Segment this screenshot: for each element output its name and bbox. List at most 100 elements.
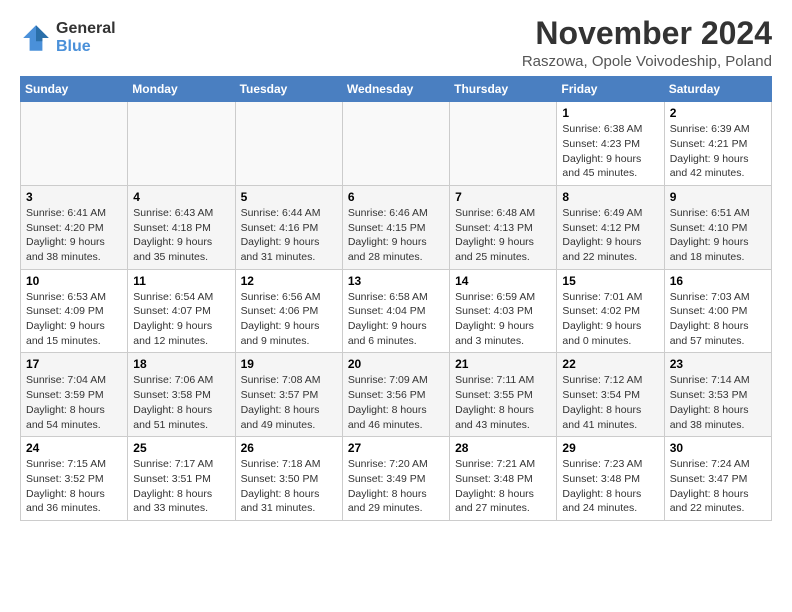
calendar-cell-4-6: 30 Sunrise: 7:24 AM Sunset: 3:47 PM Dayli… bbox=[664, 437, 771, 521]
day-number-12: 12 bbox=[241, 274, 337, 288]
calendar-cell-3-1: 18 Sunrise: 7:06 AM Sunset: 3:58 PM Dayli… bbox=[128, 353, 235, 437]
day-info-21: Sunrise: 7:11 AM Sunset: 3:55 PM Dayligh… bbox=[455, 373, 551, 432]
day-info-23: Sunrise: 7:14 AM Sunset: 3:53 PM Dayligh… bbox=[670, 373, 766, 432]
calendar-cell-2-5: 15Sunrise: 7:01 AM Sunset: 4:02 PM Dayli… bbox=[557, 269, 664, 353]
day-info-28: Sunrise: 7:21 AM Sunset: 3:48 PM Dayligh… bbox=[455, 457, 551, 516]
day-info-27: Sunrise: 7:20 AM Sunset: 3:49 PM Dayligh… bbox=[348, 457, 444, 516]
header-saturday: Saturday bbox=[664, 77, 771, 102]
calendar-cell-4-1: 25 Sunrise: 7:17 AM Sunset: 3:51 PM Dayli… bbox=[128, 437, 235, 521]
calendar-cell-4-5: 29Sunrise: 7:23 AM Sunset: 3:48 PM Dayli… bbox=[557, 437, 664, 521]
calendar-cell-0-1 bbox=[128, 102, 235, 186]
calendar-cell-1-6: 9Sunrise: 6:51 AM Sunset: 4:10 PM Daylig… bbox=[664, 185, 771, 269]
page: General Blue November 2024 Raszowa, Opol… bbox=[0, 0, 792, 531]
header-tuesday: Tuesday bbox=[235, 77, 342, 102]
calendar-header-row: Sunday Monday Tuesday Wednesday Thursday… bbox=[21, 77, 772, 102]
month-title: November 2024 bbox=[522, 16, 772, 51]
day-number-30: 30 bbox=[670, 441, 766, 455]
calendar-cell-4-0: 24 Sunrise: 7:15 AM Sunset: 3:52 PM Dayli… bbox=[21, 437, 128, 521]
day-info-6: Sunrise: 6:46 AM Sunset: 4:15 PM Dayligh… bbox=[348, 206, 444, 265]
calendar-cell-0-5: 1 Sunrise: 6:38 AM Sunset: 4:23 PM Daylig… bbox=[557, 102, 664, 186]
day-number-13: 13 bbox=[348, 274, 444, 288]
day-number-24: 24 bbox=[26, 441, 122, 455]
day-info-12: Sunrise: 6:56 AM Sunset: 4:06 PM Dayligh… bbox=[241, 290, 337, 349]
day-number-11: 11 bbox=[133, 274, 229, 288]
day-number-23: 23 bbox=[670, 357, 766, 371]
day-info-3: Sunrise: 6:41 AM Sunset: 4:20 PM Dayligh… bbox=[26, 206, 122, 265]
calendar-cell-4-4: 28 Sunrise: 7:21 AM Sunset: 3:48 PM Dayli… bbox=[450, 437, 557, 521]
header-thursday: Thursday bbox=[450, 77, 557, 102]
header-monday: Monday bbox=[128, 77, 235, 102]
logo: General Blue bbox=[20, 20, 116, 55]
day-info-17: Sunrise: 7:04 AM Sunset: 3:59 PM Dayligh… bbox=[26, 373, 122, 432]
calendar-cell-3-6: 23 Sunrise: 7:14 AM Sunset: 3:53 PM Dayli… bbox=[664, 353, 771, 437]
day-info-24: Sunrise: 7:15 AM Sunset: 3:52 PM Dayligh… bbox=[26, 457, 122, 516]
day-number-14: 14 bbox=[455, 274, 551, 288]
week-row-1: 3 Sunrise: 6:41 AM Sunset: 4:20 PM Daylig… bbox=[21, 185, 772, 269]
day-number-25: 25 bbox=[133, 441, 229, 455]
calendar-cell-0-2 bbox=[235, 102, 342, 186]
calendar-cell-2-1: 11 Sunrise: 6:54 AM Sunset: 4:07 PM Dayli… bbox=[128, 269, 235, 353]
day-info-20: Sunrise: 7:09 AM Sunset: 3:56 PM Dayligh… bbox=[348, 373, 444, 432]
day-info-13: Sunrise: 6:58 AM Sunset: 4:04 PM Dayligh… bbox=[348, 290, 444, 349]
calendar-cell-2-0: 10 Sunrise: 6:53 AM Sunset: 4:09 PM Dayli… bbox=[21, 269, 128, 353]
day-info-8: Sunrise: 6:49 AM Sunset: 4:12 PM Dayligh… bbox=[562, 206, 658, 265]
day-number-9: 9 bbox=[670, 190, 766, 204]
calendar-cell-2-4: 14Sunrise: 6:59 AM Sunset: 4:03 PM Dayli… bbox=[450, 269, 557, 353]
header: General Blue November 2024 Raszowa, Opol… bbox=[20, 16, 772, 70]
calendar-cell-1-3: 6 Sunrise: 6:46 AM Sunset: 4:15 PM Daylig… bbox=[342, 185, 449, 269]
logo-text: General Blue bbox=[56, 20, 116, 55]
calendar-cell-0-6: 2 Sunrise: 6:39 AM Sunset: 4:21 PM Daylig… bbox=[664, 102, 771, 186]
day-number-26: 26 bbox=[241, 441, 337, 455]
calendar-cell-4-2: 26 Sunrise: 7:18 AM Sunset: 3:50 PM Dayli… bbox=[235, 437, 342, 521]
day-info-10: Sunrise: 6:53 AM Sunset: 4:09 PM Dayligh… bbox=[26, 290, 122, 349]
calendar-cell-2-2: 12 Sunrise: 6:56 AM Sunset: 4:06 PM Dayli… bbox=[235, 269, 342, 353]
day-info-18: Sunrise: 7:06 AM Sunset: 3:58 PM Dayligh… bbox=[133, 373, 229, 432]
day-number-4: 4 bbox=[133, 190, 229, 204]
day-number-21: 21 bbox=[455, 357, 551, 371]
location: Raszowa, Opole Voivodeship, Poland bbox=[522, 53, 772, 70]
day-number-3: 3 bbox=[26, 190, 122, 204]
header-wednesday: Wednesday bbox=[342, 77, 449, 102]
day-number-6: 6 bbox=[348, 190, 444, 204]
calendar-cell-3-2: 19Sunrise: 7:08 AM Sunset: 3:57 PM Dayli… bbox=[235, 353, 342, 437]
header-friday: Friday bbox=[557, 77, 664, 102]
calendar-cell-1-4: 7Sunrise: 6:48 AM Sunset: 4:13 PM Daylig… bbox=[450, 185, 557, 269]
week-row-4: 24 Sunrise: 7:15 AM Sunset: 3:52 PM Dayli… bbox=[21, 437, 772, 521]
calendar-cell-2-3: 13 Sunrise: 6:58 AM Sunset: 4:04 PM Dayli… bbox=[342, 269, 449, 353]
day-info-11: Sunrise: 6:54 AM Sunset: 4:07 PM Dayligh… bbox=[133, 290, 229, 349]
calendar-cell-2-6: 16 Sunrise: 7:03 AM Sunset: 4:00 PM Dayli… bbox=[664, 269, 771, 353]
day-info-30: Sunrise: 7:24 AM Sunset: 3:47 PM Dayligh… bbox=[670, 457, 766, 516]
day-number-18: 18 bbox=[133, 357, 229, 371]
day-info-26: Sunrise: 7:18 AM Sunset: 3:50 PM Dayligh… bbox=[241, 457, 337, 516]
calendar-cell-0-0 bbox=[21, 102, 128, 186]
day-number-29: 29 bbox=[562, 441, 658, 455]
day-info-25: Sunrise: 7:17 AM Sunset: 3:51 PM Dayligh… bbox=[133, 457, 229, 516]
day-number-20: 20 bbox=[348, 357, 444, 371]
calendar-cell-4-3: 27Sunrise: 7:20 AM Sunset: 3:49 PM Dayli… bbox=[342, 437, 449, 521]
day-number-7: 7 bbox=[455, 190, 551, 204]
day-number-17: 17 bbox=[26, 357, 122, 371]
day-number-19: 19 bbox=[241, 357, 337, 371]
title-block: November 2024 Raszowa, Opole Voivodeship… bbox=[522, 16, 772, 70]
logo-blue-text: Blue bbox=[56, 38, 116, 56]
calendar-cell-3-0: 17 Sunrise: 7:04 AM Sunset: 3:59 PM Dayli… bbox=[21, 353, 128, 437]
calendar-cell-1-2: 5Sunrise: 6:44 AM Sunset: 4:16 PM Daylig… bbox=[235, 185, 342, 269]
day-info-4: Sunrise: 6:43 AM Sunset: 4:18 PM Dayligh… bbox=[133, 206, 229, 265]
day-info-16: Sunrise: 7:03 AM Sunset: 4:00 PM Dayligh… bbox=[670, 290, 766, 349]
day-info-2: Sunrise: 6:39 AM Sunset: 4:21 PM Dayligh… bbox=[670, 122, 766, 181]
logo-general-text: General bbox=[56, 20, 116, 38]
day-number-2: 2 bbox=[670, 106, 766, 120]
week-row-2: 10 Sunrise: 6:53 AM Sunset: 4:09 PM Dayli… bbox=[21, 269, 772, 353]
day-info-15: Sunrise: 7:01 AM Sunset: 4:02 PM Dayligh… bbox=[562, 290, 658, 349]
day-number-1: 1 bbox=[562, 106, 658, 120]
calendar-cell-1-0: 3 Sunrise: 6:41 AM Sunset: 4:20 PM Daylig… bbox=[21, 185, 128, 269]
day-number-5: 5 bbox=[241, 190, 337, 204]
week-row-0: 1 Sunrise: 6:38 AM Sunset: 4:23 PM Daylig… bbox=[21, 102, 772, 186]
calendar-cell-3-4: 21 Sunrise: 7:11 AM Sunset: 3:55 PM Dayli… bbox=[450, 353, 557, 437]
day-number-28: 28 bbox=[455, 441, 551, 455]
day-number-16: 16 bbox=[670, 274, 766, 288]
header-sunday: Sunday bbox=[21, 77, 128, 102]
day-number-10: 10 bbox=[26, 274, 122, 288]
day-info-1: Sunrise: 6:38 AM Sunset: 4:23 PM Dayligh… bbox=[562, 122, 658, 181]
day-number-22: 22 bbox=[562, 357, 658, 371]
